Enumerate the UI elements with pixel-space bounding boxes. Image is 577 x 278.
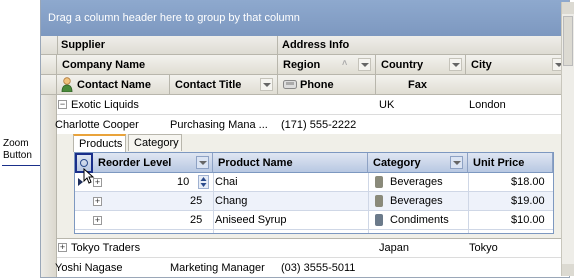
mouse-cursor-icon: [83, 167, 95, 184]
header-contact-title[interactable]: Contact Title: [170, 75, 278, 95]
category-cell: Beverages: [390, 195, 443, 207]
product-row-1[interactable]: + 10 Chai Beverages $18.00: [75, 173, 553, 192]
col-divider: [368, 173, 369, 233]
category-icon: [375, 195, 383, 207]
company-name-cell: Tokyo Traders: [71, 242, 141, 254]
category-cell: Condiments: [390, 214, 449, 226]
header-indicator-1: [41, 55, 57, 75]
city-cell: London: [469, 99, 506, 111]
phone-icon: [283, 80, 297, 89]
header-city[interactable]: City: [466, 55, 569, 75]
region-filter-dropdown[interactable]: [358, 58, 371, 71]
tab-products[interactable]: Products: [73, 134, 126, 152]
header-country[interactable]: Country: [376, 55, 466, 75]
phone-cell: (03) 3555-5011: [281, 262, 356, 274]
scrollbar-thumb[interactable]: [563, 16, 573, 66]
band-divider: [277, 36, 278, 54]
contact-title-filter-dropdown[interactable]: [260, 78, 273, 91]
group-panel-text: Drag a column header here to group by th…: [48, 12, 300, 24]
zoom-callout-line2: Button: [3, 150, 32, 161]
product-name-cell: Aniseed Syrup: [215, 214, 287, 226]
contact-title-cell: Marketing Manager: [170, 262, 265, 274]
header-product-name[interactable]: Product Name: [213, 153, 368, 173]
col-divider: [468, 173, 469, 233]
header-row-2: Contact Name Contact Title Phone Fax: [41, 75, 569, 95]
product-row-3[interactable]: + 25 Aniseed Syrup Condiments $10.00: [75, 211, 553, 230]
reorder-cell: 25: [190, 195, 203, 207]
header-company-name[interactable]: Company Name: [57, 55, 278, 75]
unit-price-cell: $18.00: [511, 176, 545, 188]
city-cell: Tokyo: [469, 242, 498, 254]
supplier-grid: Drag a column header here to group by th…: [40, 0, 570, 278]
header-fax[interactable]: Fax: [376, 75, 569, 95]
expand-toggle-supplier-2[interactable]: +: [58, 243, 67, 252]
contact-name-overlay-1: Charlotte Cooper: [55, 119, 139, 131]
header-category[interactable]: Category: [368, 153, 468, 173]
reorder-cell: 25: [190, 214, 203, 226]
expand-toggle-product-3[interactable]: +: [93, 216, 102, 225]
country-filter-dropdown[interactable]: [449, 58, 462, 71]
detail-view: Products Category Reorder Level Product …: [57, 134, 569, 239]
products-grid: Reorder Level Product Name Category Unit…: [74, 152, 554, 234]
supplier-row-1[interactable]: − Exotic Liquids UK London: [57, 95, 569, 115]
collapse-toggle-supplier-1[interactable]: −: [58, 100, 67, 109]
header-row-1: Company Name Region ˄ Country City: [41, 55, 569, 75]
reorder-spin-button[interactable]: [198, 175, 209, 189]
header-phone[interactable]: Phone: [278, 75, 376, 95]
category-icon: [375, 214, 383, 226]
scroll-up-icon[interactable]: [562, 2, 574, 14]
unit-price-cell: $10.00: [511, 214, 545, 226]
product-name-cell: Chai: [215, 176, 238, 188]
band-header-row: Supplier Address Info: [41, 36, 569, 55]
zoom-icon: [80, 159, 88, 167]
country-cell: Japan: [379, 242, 409, 254]
band-address-info[interactable]: Address Info: [282, 39, 349, 51]
unit-price-cell: $19.00: [511, 195, 545, 207]
header-indicator-2: [41, 75, 57, 95]
expand-toggle-product-2[interactable]: +: [93, 197, 102, 206]
person-icon: [61, 77, 73, 93]
company-name-cell: Exotic Liquids: [71, 99, 139, 111]
col-divider: [213, 173, 214, 233]
category-filter-dropdown[interactable]: [450, 156, 463, 169]
zoom-callout-label: Zoom Button: [3, 138, 39, 162]
country-cell: UK: [379, 99, 395, 111]
band-supplier[interactable]: Supplier: [61, 39, 105, 51]
header-reorder-level[interactable]: Reorder Level: [93, 153, 213, 173]
category-icon: [375, 176, 383, 188]
category-cell: Beverages: [390, 176, 443, 188]
header-contact-name[interactable]: Contact Name: [57, 75, 170, 95]
header-region[interactable]: Region ˄: [278, 55, 376, 75]
sort-up-icon: ˄: [342, 58, 348, 68]
scroll-down-icon[interactable]: [562, 264, 574, 276]
reorder-cell[interactable]: 10: [177, 176, 189, 188]
zoom-callout-line1: Zoom: [3, 138, 29, 149]
product-name-cell: Chang: [215, 195, 248, 207]
header-unit-price[interactable]: Unit Price: [468, 153, 553, 173]
contact-title-cell: Purchasing Mana ...: [170, 119, 268, 131]
detail-indicator: [41, 134, 57, 238]
tab-category[interactable]: Category: [128, 134, 182, 151]
reorder-filter-dropdown[interactable]: [196, 156, 209, 169]
supplier-row-2[interactable]: + Tokyo Traders Japan Tokyo: [57, 238, 569, 258]
phone-cell: (171) 555-2222: [281, 119, 357, 131]
product-row-2[interactable]: + 25 Chang Beverages $19.00: [75, 192, 553, 211]
contact-name-overlay-2: Yoshi Nagase: [55, 262, 123, 274]
vertical-scrollbar[interactable]: [561, 2, 574, 276]
band-indicator: [41, 36, 58, 54]
group-panel[interactable]: Drag a column header here to group by th…: [41, 0, 569, 36]
